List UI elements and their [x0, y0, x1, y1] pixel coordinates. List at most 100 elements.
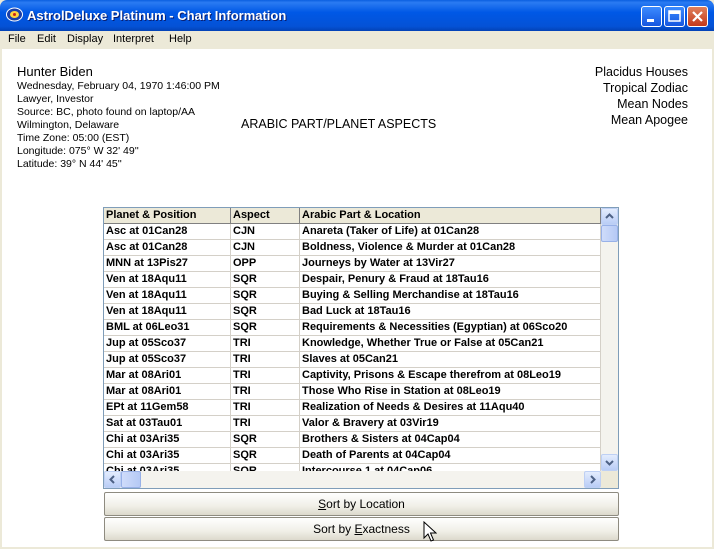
planet-position-cell: Asc at 01Can28 [104, 240, 231, 256]
aspect-cell: TRI [231, 416, 300, 432]
table-row[interactable]: MNN at 13Pis27 OPP Journeys by Water at 13… [104, 256, 601, 272]
table-body: Asc at 01Can28 CJN Anareta (Taker of Life)… [104, 224, 601, 471]
menu-edit[interactable]: Edit [37, 33, 56, 45]
chart-source: Source: BC, photo found on laptop/AA [17, 106, 196, 118]
arabic-part-cell: Captivity, Prisons & Escape therefrom at… [300, 368, 601, 384]
mouse-cursor-icon [423, 521, 437, 542]
table-row[interactable]: Sat at 03Tau01 TRI Valor & Bravery at 03Vi… [104, 416, 601, 432]
vertical-scroll-thumb[interactable] [601, 225, 618, 242]
table-row[interactable]: Asc at 01Can28 CJN Boldness, Violence & Mu… [104, 240, 601, 256]
aspect-cell: TRI [231, 400, 300, 416]
minimize-button[interactable] [641, 6, 662, 27]
table-row[interactable]: Chi at 03Ari35 SQR Intercourse 1 at 04Cap0… [104, 464, 601, 471]
arabic-part-cell: Journeys by Water at 13Vir27 [300, 256, 601, 272]
chart-name: Hunter Biden [17, 64, 93, 79]
planet-position-cell: MNN at 13Pis27 [104, 256, 231, 272]
app-icon[interactable] [6, 7, 23, 22]
arabic-part-cell: Buying & Selling Merchandise at 18Tau16 [300, 288, 601, 304]
arabic-part-cell: Those Who Rise in Station at 08Leo19 [300, 384, 601, 400]
column-header-arabic-part[interactable]: Arabic Part & Location [300, 208, 601, 224]
table-row[interactable]: EPt at 11Gem58 TRI Realization of Needs & … [104, 400, 601, 416]
table-row[interactable]: Mar at 08Ari01 TRI Those Who Rise in Stati… [104, 384, 601, 400]
menu-file[interactable]: File [8, 33, 26, 45]
planet-position-cell: EPt at 11Gem58 [104, 400, 231, 416]
section-title: ARABIC PART/PLANET ASPECTS [241, 117, 437, 131]
chart-settings: Placidus Houses Tropical Zodiac Mean Nod… [595, 64, 688, 128]
maximize-button[interactable] [664, 6, 685, 27]
aspect-cell: SQR [231, 432, 300, 448]
scroll-up-button[interactable] [601, 208, 618, 225]
planet-position-cell: Sat at 03Tau01 [104, 416, 231, 432]
planet-position-cell: Ven at 18Aqu11 [104, 272, 231, 288]
planet-position-cell: Ven at 18Aqu11 [104, 288, 231, 304]
sort-by-exactness-button[interactable]: Sort by Exactness [104, 517, 619, 541]
chart-details: Hunter Biden Wednesday, February 04, 197… [17, 64, 220, 171]
arabic-part-cell: Death of Parents at 04Cap04 [300, 448, 601, 464]
table-row[interactable]: Ven at 18Aqu11 SQR Buying & Selling Mercha… [104, 288, 601, 304]
table-row[interactable]: BML at 06Leo31 SQR Requirements & Necessit… [104, 320, 601, 336]
planet-position-cell: Ven at 18Aqu11 [104, 304, 231, 320]
aspect-cell: TRI [231, 336, 300, 352]
planet-position-cell: Chi at 03Ari35 [104, 464, 231, 471]
table-row[interactable]: Ven at 18Aqu11 SQR Bad Luck at 18Tau16 [104, 304, 601, 320]
arabic-part-cell: Requirements & Necessities (Egyptian) at… [300, 320, 601, 336]
arrow-right-icon [590, 475, 596, 484]
column-header-planet[interactable]: Planet & Position [104, 208, 231, 224]
table-row[interactable]: Chi at 03Ari35 SQR Death of Parents at 04C… [104, 448, 601, 464]
scroll-right-button[interactable] [584, 471, 601, 488]
aspect-cell: SQR [231, 272, 300, 288]
window-title: AstrolDeluxe Platinum - Chart Informatio… [27, 8, 287, 23]
planet-position-cell: Chi at 03Ari35 [104, 448, 231, 464]
chart-timezone: Time Zone: 05:00 (EST) [17, 132, 130, 144]
aspect-cell: SQR [231, 288, 300, 304]
table-row[interactable]: Mar at 08Ari01 TRI Captivity, Prisons & Es… [104, 368, 601, 384]
planet-position-cell: Mar at 08Ari01 [104, 368, 231, 384]
node-type: Mean Nodes [617, 97, 688, 111]
chart-occupation: Lawyer, Investor [17, 93, 94, 105]
planet-position-cell: Asc at 01Can28 [104, 224, 231, 240]
aspect-cell: SQR [231, 304, 300, 320]
title-bar: AstrolDeluxe Platinum - Chart Informatio… [0, 0, 714, 31]
horizontal-scrollbar[interactable] [104, 471, 601, 488]
house-system: Placidus Houses [594, 65, 688, 79]
table-row[interactable]: Asc at 01Can28 CJN Anareta (Taker of Life)… [104, 224, 601, 240]
arabic-part-cell: Slaves at 05Can21 [300, 352, 601, 368]
table-row[interactable]: Jup at 05Sco37 TRI Slaves at 05Can21 [104, 352, 601, 368]
arabic-part-cell: Despair, Penury & Fraud at 18Tau16 [300, 272, 601, 288]
menu-help[interactable]: Help [169, 33, 192, 45]
zodiac-type: Tropical Zodiac [603, 81, 688, 95]
menu-bar: File Edit Display Interpret Help [0, 31, 714, 49]
chart-info-panel: Hunter Biden Wednesday, February 04, 197… [2, 49, 712, 547]
arabic-part-cell: Valor & Bravery at 03Vir19 [300, 416, 601, 432]
aspect-cell: SQR [231, 464, 300, 471]
scrollbar-corner [601, 471, 618, 488]
arabic-part-cell: Brothers & Sisters at 04Cap04 [300, 432, 601, 448]
aspect-cell: SQR [231, 448, 300, 464]
arrow-left-icon [109, 475, 115, 484]
planet-position-cell: BML at 06Leo31 [104, 320, 231, 336]
table-row[interactable]: Ven at 18Aqu11 SQR Despair, Penury & Fraud… [104, 272, 601, 288]
menu-display[interactable]: Display [67, 33, 103, 45]
table-row[interactable]: Jup at 05Sco37 TRI Knowledge, Whether True… [104, 336, 601, 352]
aspect-cell: CJN [231, 240, 300, 256]
arabic-part-cell: Realization of Needs & Desires at 11Aqu4… [300, 400, 601, 416]
menu-interpret[interactable]: Interpret [113, 33, 154, 45]
arabic-part-cell: Knowledge, Whether True or False at 05Ca… [300, 336, 601, 352]
planet-position-cell: Jup at 05Sco37 [104, 336, 231, 352]
column-header-aspect[interactable]: Aspect [231, 208, 300, 224]
close-icon [692, 11, 703, 22]
table-row[interactable]: Chi at 03Ari35 SQR Brothers & Sisters at 0… [104, 432, 601, 448]
horizontal-scroll-thumb[interactable] [121, 471, 141, 488]
minimize-icon [647, 19, 654, 22]
vertical-scrollbar[interactable] [601, 208, 618, 471]
chart-location: Wilmington, Delaware [17, 119, 120, 131]
chart-latitude: Latitude: 39° N 44' 45'' [17, 158, 122, 170]
aspect-cell: TRI [231, 384, 300, 400]
aspects-table[interactable]: Planet & Position Aspect Arabic Part & L… [103, 207, 619, 489]
chart-longitude: Longitude: 075° W 32' 49'' [17, 145, 139, 157]
scroll-left-button[interactable] [104, 471, 121, 488]
aspect-cell: CJN [231, 224, 300, 240]
scroll-down-button[interactable] [601, 454, 618, 471]
close-button[interactable] [687, 6, 708, 27]
sort-by-location-button[interactable]: Sort by Location [104, 492, 619, 516]
